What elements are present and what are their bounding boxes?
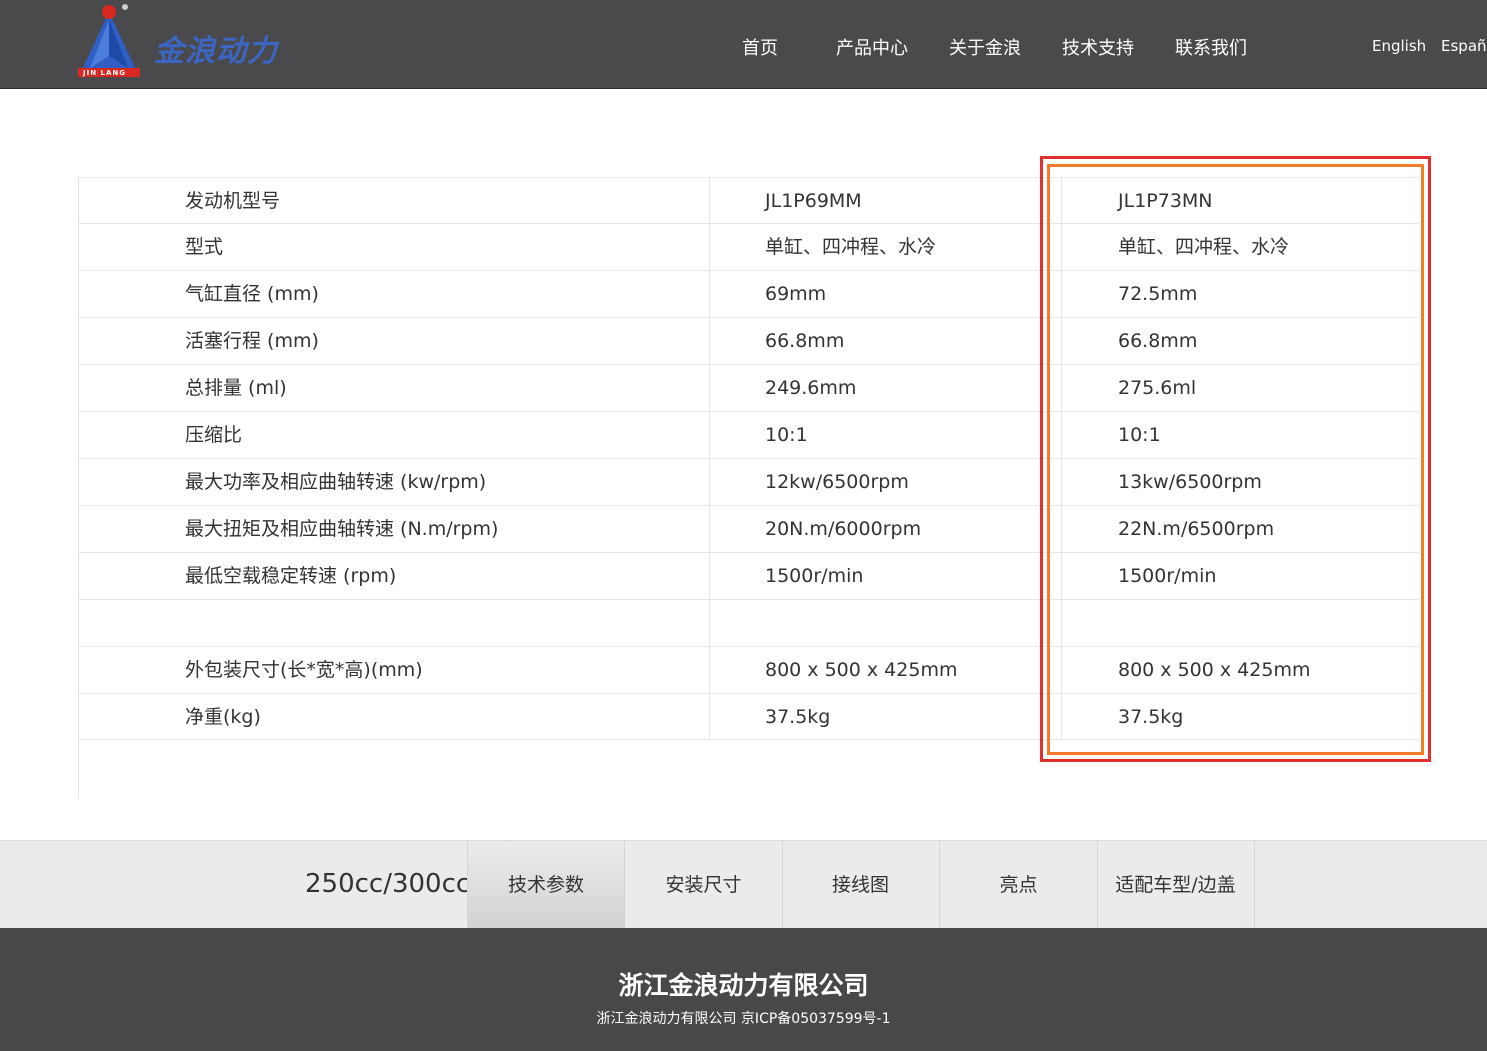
nav-contact[interactable]: 联系我们 [1175,34,1247,60]
row-label: 压缩比 [185,424,243,446]
site-header: JIN LANG 金浪动力 首页 产品中心 关于金浪 技术支持 联系我们 Eng… [0,0,1487,89]
row-label: 最低空载稳定转速 (rpm) [185,565,397,587]
tab-tech-params[interactable]: 技术参数 [467,841,625,929]
nav-home[interactable]: 首页 [742,34,778,60]
row-value-1: 66.8mm [765,330,845,352]
nav-about[interactable]: 关于金浪 [949,34,1021,60]
product-title: 250cc/300cc [305,869,471,899]
row-label: 总排量 (ml) [185,377,287,399]
footer-company: 浙江金浪动力有限公司 [618,971,869,1000]
row-label: 活塞行程 (mm) [185,330,319,352]
tab-wiring-diagram[interactable]: 接线图 [782,841,940,929]
row-label: 型式 [185,236,224,258]
row-value-1: 12kw/6500rpm [765,471,909,493]
row-value-1: 20N.m/6000rpm [765,518,922,540]
row-label: 气缸直径 (mm) [185,283,319,305]
tab-install-dimensions[interactable]: 安装尺寸 [625,841,783,929]
row-value-1: 69mm [765,283,827,305]
row-value-1: 37.5kg [765,706,831,728]
site-footer: 浙江金浪动力有限公司 浙江金浪动力有限公司 京ICP备05037599号-1 [0,928,1487,1051]
row-label: 外包装尺寸(长*宽*高)(mm) [185,659,423,681]
lang-english[interactable]: English [1372,37,1426,55]
nav-products[interactable]: 产品中心 [836,34,908,60]
row-label: 发动机型号 [185,190,281,212]
row-value-1: JL1P69MM [765,190,862,212]
row-label: 最大功率及相应曲轴转速 (kw/rpm) [185,471,487,493]
row-value-1: 1500r/min [765,565,864,587]
row-label: 最大扭矩及相应曲轴转速 (N.m/rpm) [185,518,499,540]
footer-copyright: 浙江金浪动力有限公司 京ICP备05037599号-1 [596,1011,891,1027]
row-value-1: 800 x 500 x 425mm [765,659,958,681]
row-value-1: 10:1 [765,424,808,446]
product-tab-bar: 250cc/300cc 技术参数 安装尺寸 接线图 亮点 适配车型/边盖 [0,840,1487,929]
highlight-box-inner [1047,164,1424,755]
tab-highlights[interactable]: 亮点 [940,841,1098,929]
row-value-1: 单缸、四冲程、水冷 [765,236,937,258]
lang-espanol[interactable]: Españo [1441,37,1487,55]
nav-support[interactable]: 技术支持 [1062,34,1134,60]
main-nav: 首页 产品中心 关于金浪 技术支持 联系我们 English Españo [0,0,1487,89]
row-label: 净重(kg) [185,706,261,728]
tab-compatible-models[interactable]: 适配车型/边盖 [1097,841,1255,929]
row-value-1: 249.6mm [765,377,857,399]
